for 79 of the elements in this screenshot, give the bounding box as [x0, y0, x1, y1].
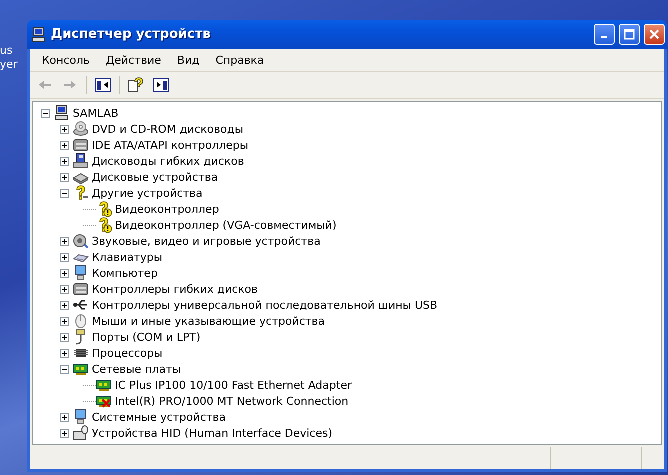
maximize-button[interactable]: [619, 24, 640, 45]
help-properties-icon: [128, 77, 144, 93]
tree-item[interactable]: Контроллеры гибких дисков: [92, 282, 258, 296]
tree-item[interactable]: Компьютер: [92, 266, 158, 280]
panel-toggle-icon: [95, 78, 111, 92]
plus-icon: [61, 286, 68, 292]
expand-toggle[interactable]: [60, 236, 69, 246]
desktop-icon-label[interactable]: yer: [0, 58, 27, 72]
plus-icon: [61, 126, 68, 132]
plus-icon: [61, 270, 68, 276]
tree-item[interactable]: Мыши и иные указывающие устройства: [92, 314, 326, 328]
maximize-icon: [624, 29, 635, 40]
tree-item[interactable]: Процессоры: [92, 346, 163, 360]
tree-item[interactable]: Видеоконтроллер: [115, 202, 220, 216]
close-icon: [649, 29, 660, 40]
expand-toggle[interactable]: [60, 172, 69, 182]
pane-toggle-icon: [153, 78, 169, 92]
plus-icon: [61, 414, 68, 420]
menu-item[interactable]: Действие: [98, 54, 170, 66]
monitor-icon: [73, 265, 89, 281]
tree-item[interactable]: DVD и CD-ROM дисководы: [92, 122, 244, 136]
tree-item[interactable]: IDE ATA/ATAPI контроллеры: [92, 138, 249, 152]
tree-item[interactable]: Видеоконтроллер (VGA-совместимый): [115, 218, 337, 232]
drive-icon: [73, 137, 89, 153]
tree-item[interactable]: Устройства HID (Human Interface Devices): [92, 426, 333, 440]
tree-item[interactable]: Дисководы гибких дисков: [92, 154, 244, 168]
plus-icon: [61, 174, 68, 180]
desktop-icon-label[interactable]: us: [0, 44, 27, 58]
expand-toggle[interactable]: [60, 156, 69, 166]
speaker-icon: [73, 233, 89, 249]
expand-toggle[interactable]: [60, 268, 69, 278]
tree-item[interactable]: Другие устройства: [92, 186, 203, 200]
plus-icon: [61, 350, 68, 356]
minimize-button[interactable]: [594, 24, 615, 45]
expand-toggle[interactable]: [60, 332, 69, 342]
expand-toggle[interactable]: [60, 428, 69, 438]
computer-icon: [31, 26, 47, 42]
floppy-drive-icon: [73, 153, 89, 169]
plus-icon: [61, 334, 68, 340]
tree-item[interactable]: Системные устройства: [92, 410, 226, 424]
expand-toggle[interactable]: [60, 252, 69, 262]
plus-icon: [61, 302, 68, 308]
tree-item[interactable]: SAMLAB: [73, 106, 119, 120]
computer-icon: [54, 105, 70, 121]
tree-item[interactable]: Дисковые устройства: [92, 170, 218, 184]
plus-icon: [61, 430, 68, 436]
tree-item[interactable]: Контроллеры универсальной последовательной шины USB: [92, 298, 438, 312]
tree-item[interactable]: Звуковые, видео и игровые устройства: [92, 234, 321, 248]
back-arrow-icon: [38, 80, 52, 90]
plus-icon: [61, 142, 68, 148]
expand-toggle[interactable]: [60, 300, 69, 310]
expand-toggle[interactable]: [60, 284, 69, 294]
close-button[interactable]: [644, 24, 665, 45]
forward-arrow-icon: [63, 80, 77, 90]
mouse-icon: [73, 313, 89, 329]
menu-item[interactable]: Консоль: [34, 54, 98, 66]
plus-icon: [61, 158, 68, 164]
monitor-icon: [73, 409, 89, 425]
collapse-toggle[interactable]: [60, 188, 69, 198]
menu-item[interactable]: Вид: [169, 54, 208, 66]
plus-icon: [61, 318, 68, 324]
expand-toggle[interactable]: [60, 316, 69, 326]
expand-toggle[interactable]: [60, 348, 69, 358]
tree-item[interactable]: Клавиатуры: [92, 250, 163, 264]
window-title: Диспетчер устройств: [51, 27, 212, 42]
expand-toggle[interactable]: [60, 412, 69, 422]
tree-item[interactable]: Сетевые платы: [92, 362, 182, 376]
disc-icon: [73, 121, 89, 137]
tree-item[interactable]: Порты (COM и LPT): [92, 330, 201, 344]
tree-item[interactable]: IC Plus IP100 10/100 Fast Ethernet Adapter: [115, 378, 352, 392]
expand-toggle[interactable]: [60, 124, 69, 134]
menu-item[interactable]: Справка: [208, 54, 272, 66]
keyboard-mouse-icon: [73, 425, 89, 441]
expand-toggle[interactable]: [60, 140, 69, 150]
collapse-toggle[interactable]: [41, 108, 50, 118]
collapse-toggle[interactable]: [60, 364, 69, 374]
plus-icon: [61, 238, 68, 244]
plus-icon: [61, 254, 68, 260]
drive-icon: [73, 281, 89, 297]
